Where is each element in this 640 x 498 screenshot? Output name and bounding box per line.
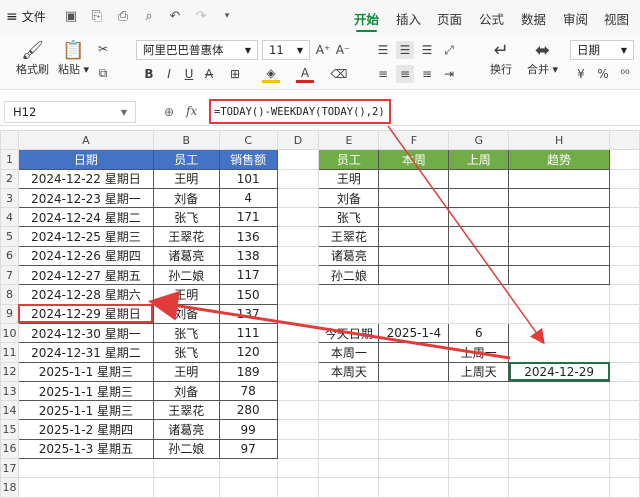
cell[interactable] <box>609 477 640 498</box>
cell[interactable] <box>17 477 154 498</box>
formula-arrow <box>387 125 545 345</box>
cell[interactable] <box>378 477 450 498</box>
result-arrow <box>148 290 511 360</box>
cell[interactable] <box>276 477 320 498</box>
cell[interactable] <box>152 477 220 498</box>
cell[interactable] <box>508 477 611 498</box>
cell[interactable] <box>318 477 380 498</box>
cell[interactable] <box>218 477 278 498</box>
cell[interactable] <box>448 477 510 498</box>
annotation-arrows <box>148 125 545 360</box>
row-header[interactable]: 18 <box>0 477 19 498</box>
